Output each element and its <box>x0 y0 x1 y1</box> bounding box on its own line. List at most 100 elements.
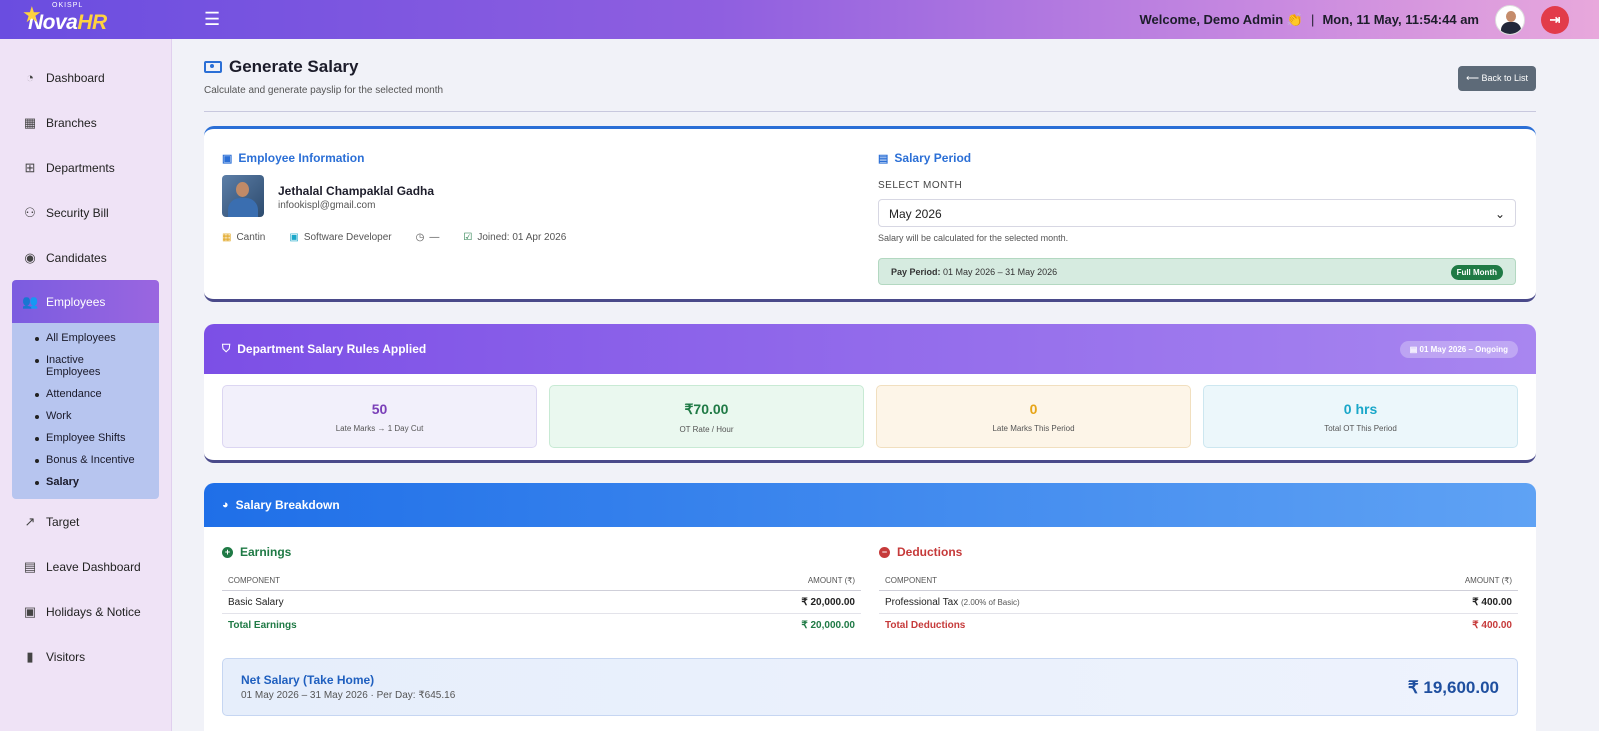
deductions-heading: − Deductions <box>879 545 962 559</box>
datetime-text: Mon, 11 May, 11:54:44 am <box>1322 12 1479 27</box>
calendar-icon: ▤ <box>1409 345 1420 354</box>
deductions-table: COMPONENT AMOUNT (₹) Professional Tax (2.… <box>879 571 1518 637</box>
salary-rules-card: ⛉ Department Salary Rules Applied ▤ 01 Ma… <box>204 324 1536 463</box>
sidebar-item-candidates[interactable]: ◉ Candidates <box>0 235 171 280</box>
building-icon: ▦ <box>23 114 37 130</box>
employee-period-card: ▣ Employee Information Jethalal Champakla… <box>204 126 1536 302</box>
id-badge-icon: ▣ <box>222 152 233 165</box>
table-row: Professional Tax (2.00% of Basic) ₹ 400.0… <box>879 591 1518 614</box>
arrow-left-icon: ⟵ <box>1466 73 1482 83</box>
stat-late-marks-period: 0 Late Marks This Period <box>876 385 1191 448</box>
chevron-down-icon: ⌄ <box>1494 207 1505 221</box>
calendar-check-icon: ☑ <box>463 232 473 243</box>
table-header: COMPONENT AMOUNT (₹) <box>222 571 861 591</box>
table-header: COMPONENT AMOUNT (₹) <box>879 571 1518 591</box>
door-icon: ▮ <box>26 648 34 664</box>
stat-late-marks-rule: 50 Late Marks → 1 Day Cut <box>222 385 537 448</box>
submenu-all-employees[interactable]: All Employees <box>12 327 159 349</box>
sidebar-item-visitors[interactable]: ▮ Visitors <box>0 634 171 679</box>
calendar-notice-icon: ▣ <box>23 603 37 619</box>
building-icon: ▦ <box>222 232 232 243</box>
employee-email: infookispl@gmail.com <box>278 200 376 211</box>
money-icon <box>204 61 222 73</box>
salary-period-heading: ▤ Salary Period <box>878 151 972 165</box>
joined-meta: ☑ Joined: 01 Apr 2026 <box>463 232 567 243</box>
calendar-icon: ▤ <box>23 558 37 574</box>
submenu-attendance[interactable]: Attendance <box>12 383 159 405</box>
pie-chart-icon: ◕ <box>222 499 229 511</box>
employee-info: ▣ Employee Information Jethalal Champakla… <box>222 151 862 243</box>
user-circle-icon: ◉ <box>24 249 36 265</box>
sitemap-icon: ⊞ <box>24 159 36 175</box>
sidebar-item-security-bill[interactable]: ⚇ Security Bill <box>0 190 171 235</box>
earnings-heading: + Earnings <box>222 545 291 559</box>
users-icon: ⚇ <box>24 204 36 220</box>
back-to-list-button[interactable]: ⟵ Back to List <box>1458 66 1536 91</box>
month-select[interactable]: May 2026 ⌄ <box>878 199 1516 227</box>
gauge-icon: ◔ <box>26 70 34 85</box>
pay-period-box: Pay Period: 01 May 2026 – 31 May 2026 Fu… <box>878 258 1516 285</box>
sidebar-item-holidays-notice[interactable]: ▣ Holidays & Notice <box>0 589 171 634</box>
sidebar: ◔ Dashboard ▦ Branches ⊞ Departments ⚇ Secur… <box>0 39 172 731</box>
sidebar-item-employees[interactable]: 👥 Employees <box>12 280 159 323</box>
month-help-text: Salary will be calculated for the select… <box>878 233 1069 243</box>
calendar-icon: ▤ <box>878 152 889 165</box>
deductions-section: − Deductions COMPONENT AMOUNT (₹) Professi… <box>879 527 1518 647</box>
salary-breakdown-card: ◕ Salary Breakdown + Earnings COMPONENT AMO… <box>204 483 1536 731</box>
menu-toggle-icon[interactable]: ☰ <box>204 9 220 30</box>
salary-period: ▤ Salary Period SELECT MONTH May 2026 ⌄ Sa… <box>878 151 1518 285</box>
header-right: Welcome, Demo Admin 👏 | Mon, 11 May, 11:… <box>1139 4 1599 35</box>
plus-circle-icon: + <box>222 546 233 558</box>
rules-period-badge: ▤ 01 May 2026 – Ongoing <box>1399 341 1518 358</box>
earnings-total-row: Total Earnings ₹ 20,000.00 <box>228 620 855 631</box>
sidebar-item-departments[interactable]: ⊞ Departments <box>0 145 171 190</box>
logout-icon[interactable]: ⇥ <box>1541 5 1569 34</box>
avatar[interactable] <box>1495 4 1525 35</box>
salary-breakdown-header: ◕ Salary Breakdown <box>204 483 1536 527</box>
brand-logo[interactable]: ★ OKISPL NovaHR <box>0 0 176 39</box>
shield-icon: ⛉ <box>222 342 231 355</box>
id-card-icon: ▣ <box>289 232 299 243</box>
earnings-section: + Earnings COMPONENT AMOUNT (₹) Basic Sala… <box>222 527 861 647</box>
minus-circle-icon: − <box>879 546 890 558</box>
page-header: Generate Salary Calculate and generate p… <box>204 39 1536 111</box>
top-bar: ★ OKISPL NovaHR ☰ Welcome, Demo Admin 👏 … <box>0 0 1599 39</box>
star-icon: ★ <box>22 2 42 27</box>
welcome-text: Welcome, Demo Admin 👏 <box>1139 11 1304 27</box>
divider <box>204 111 1536 112</box>
main-content: Generate Salary Calculate and generate p… <box>204 39 1536 731</box>
stat-total-ot: 0 hrs Total OT This Period <box>1203 385 1518 448</box>
earnings-table: COMPONENT AMOUNT (₹) Basic Salary ₹ 20,000… <box>222 571 861 637</box>
rules-stats: 50 Late Marks → 1 Day Cut ₹70.00 OT Rate /… <box>204 374 1536 448</box>
submenu-bonus-incentive[interactable]: Bonus & Incentive <box>12 449 159 471</box>
header-separator: | <box>1311 12 1315 27</box>
people-icon: 👥 <box>22 293 39 309</box>
designation-meta: ▣ Software Developer <box>289 232 392 243</box>
sidebar-item-target[interactable]: ↗ Target <box>0 499 171 544</box>
deductions-total-row: Total Deductions ₹ 400.00 <box>885 620 1512 631</box>
sidebar-item-leave-dashboard[interactable]: ▤ Leave Dashboard <box>0 544 171 589</box>
brand-top-text: OKISPL <box>52 2 84 9</box>
full-month-badge: Full Month <box>1450 265 1503 280</box>
employee-photo <box>222 175 264 217</box>
sidebar-item-branches[interactable]: ▦ Branches <box>0 100 171 145</box>
salary-rules-header: ⛉ Department Salary Rules Applied ▤ 01 Ma… <box>204 324 1536 374</box>
chart-line-icon: ↗ <box>24 513 36 529</box>
employees-submenu: All Employees Inactive Employees Attenda… <box>12 323 159 499</box>
stat-ot-rate: ₹70.00 OT Rate / Hour <box>549 385 864 448</box>
submenu-work[interactable]: Work <box>12 405 159 427</box>
net-salary-amount: ₹ 19,600.00 <box>1407 678 1499 697</box>
submenu-salary[interactable]: Salary <box>12 471 159 493</box>
employee-name: Jethalal Champaklal Gadha <box>278 184 435 198</box>
select-month-label: SELECT MONTH <box>878 180 963 191</box>
net-salary-subtitle: 01 May 2026 – 31 May 2026 · Per Day: ₹64… <box>241 690 456 701</box>
shift-meta: ◷ — <box>415 232 440 243</box>
clock-icon: ◷ <box>415 232 425 243</box>
breakdown-columns: + Earnings COMPONENT AMOUNT (₹) Basic Sala… <box>204 527 1536 647</box>
employee-info-heading: ▣ Employee Information <box>222 151 365 165</box>
employee-meta: ▦ Cantin ▣ Software Developer ◷ — ☑ Joined: … <box>222 232 590 243</box>
sidebar-item-dashboard[interactable]: ◔ Dashboard <box>0 55 171 100</box>
submenu-employee-shifts[interactable]: Employee Shifts <box>12 427 159 449</box>
net-salary-title: Net Salary (Take Home) <box>241 673 375 687</box>
submenu-inactive-employees[interactable]: Inactive Employees <box>12 349 122 383</box>
